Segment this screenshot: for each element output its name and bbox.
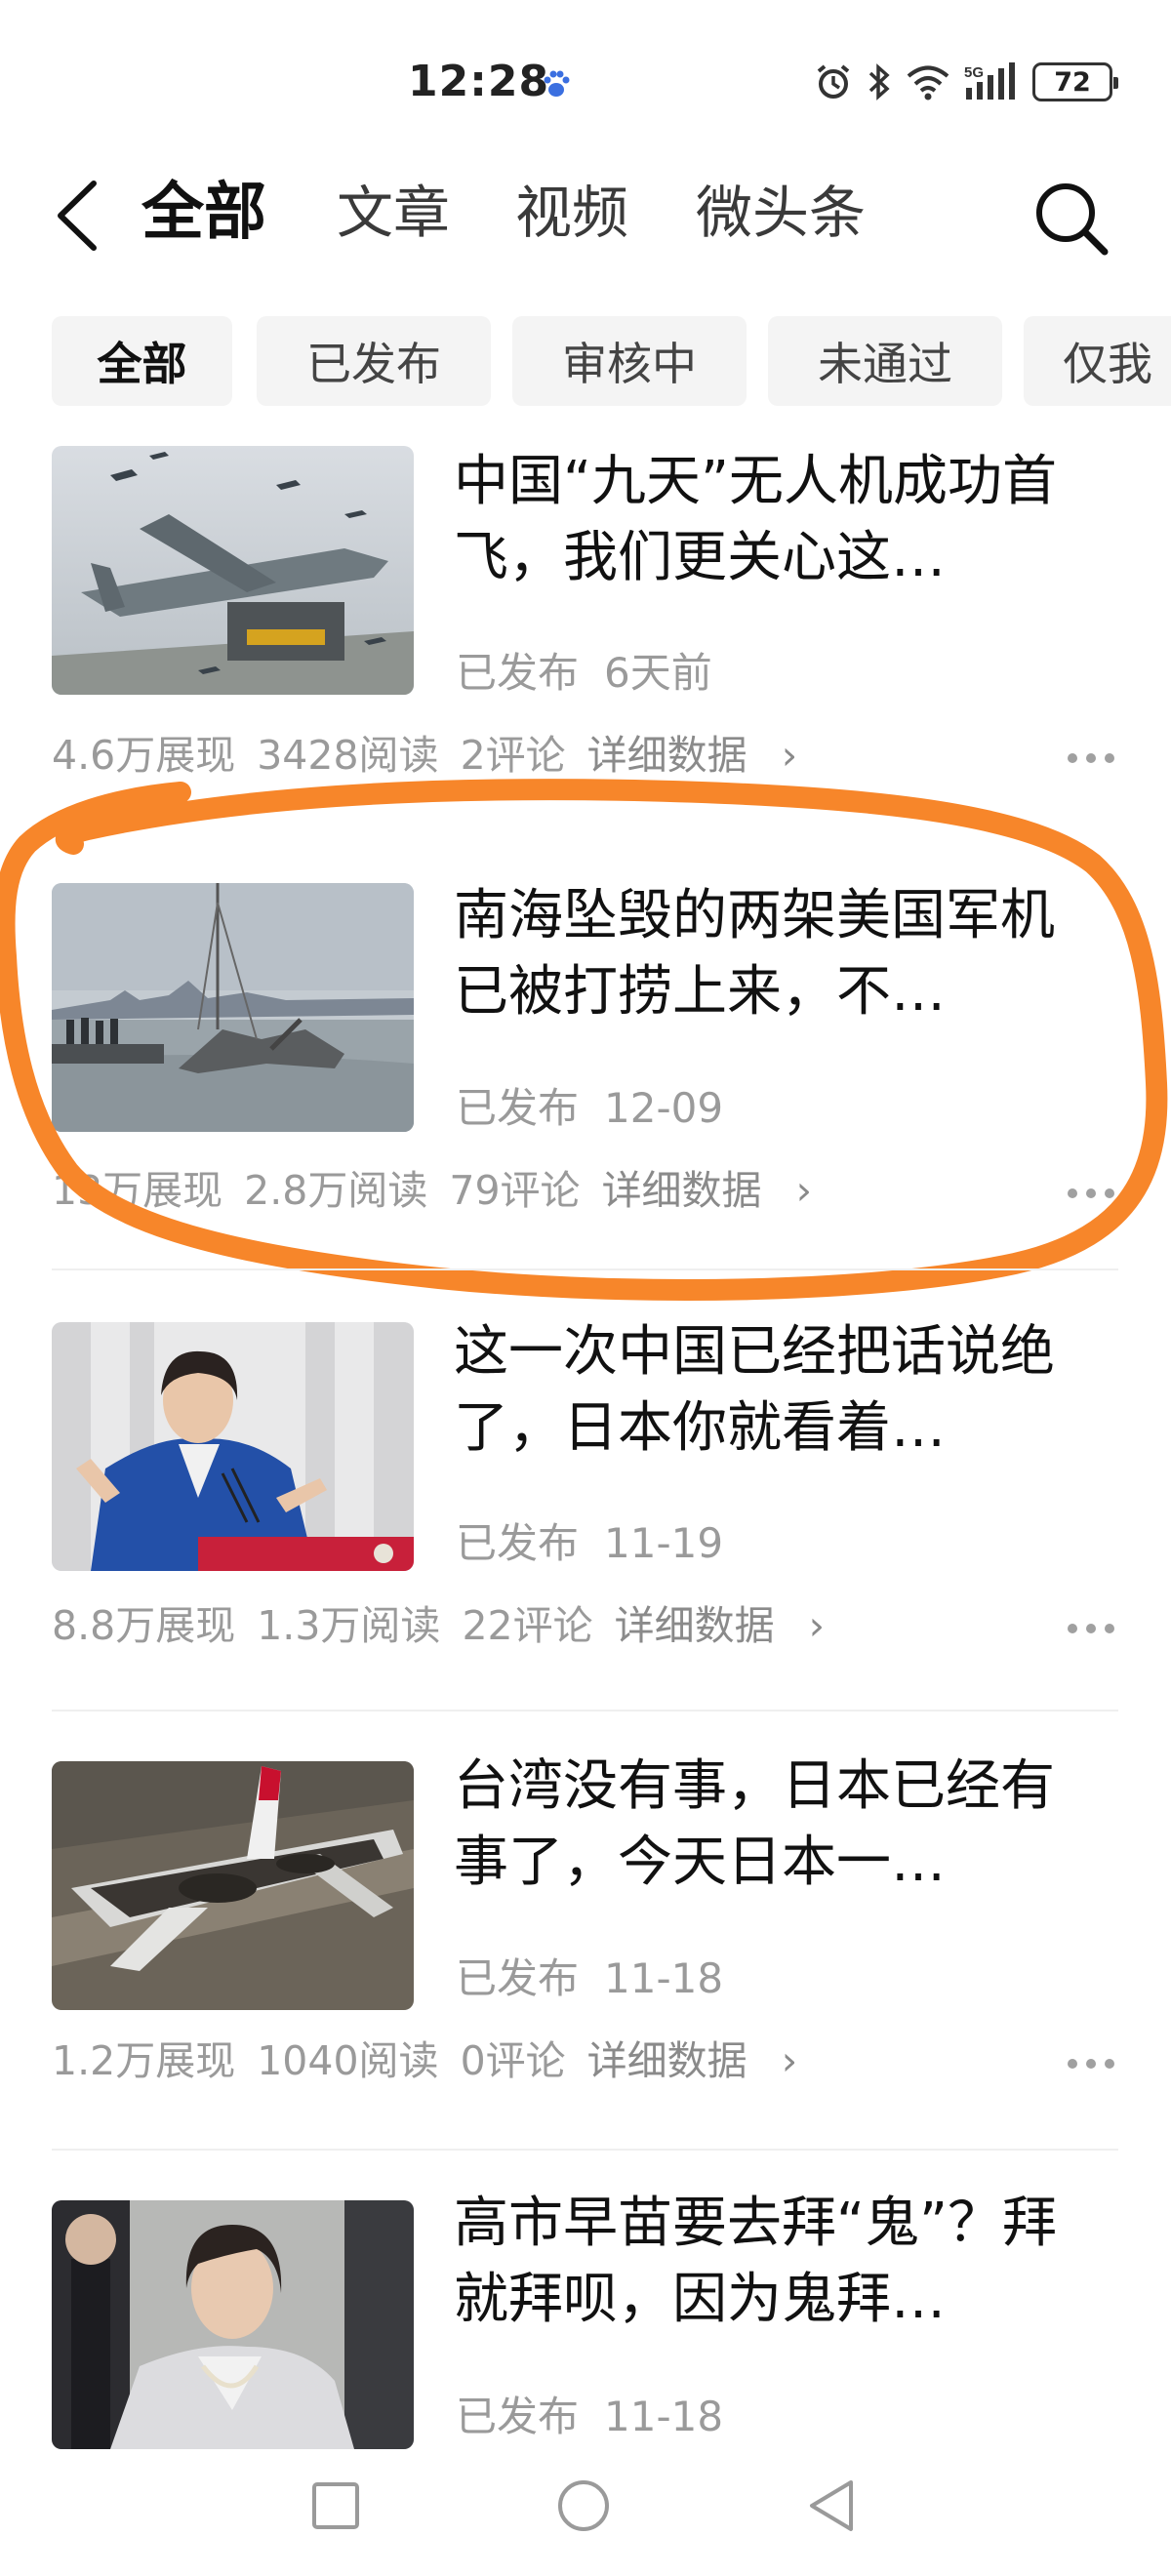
article-stats: 8.8万展现 1.3万阅读 22评论 详细数据 › [52, 1592, 868, 1651]
publish-status: 已发布 [456, 1084, 580, 1132]
wreck-recovery-image [52, 883, 414, 1132]
detail-data-label: 详细数据 [586, 2037, 747, 2084]
divider [52, 2149, 1118, 2151]
tab-articles[interactable]: 文章 [337, 174, 450, 252]
chevron-right-icon: › [768, 2037, 798, 2084]
status-bar: 12:28 5G 72 [0, 0, 1171, 146]
divider [52, 1710, 1118, 1711]
drone-image [52, 446, 414, 695]
status-icons: 5G 72 [814, 60, 1118, 103]
detail-data-label: 详细数据 [601, 1167, 762, 1214]
bluetooth-icon [868, 63, 890, 101]
article-stats: 1.2万展现 1040阅读 0评论 详细数据 › [52, 2028, 840, 2086]
article-title[interactable]: 高市早苗要去拜“鬼”？拜就拜呗，因为鬼拜… [454, 2186, 1098, 2338]
impressions-count: 8.8万展现 [52, 1602, 236, 1649]
filter-rejected[interactable]: 未通过 [768, 316, 1002, 406]
reads-count: 1040阅读 [257, 2037, 439, 2084]
tab-all[interactable]: 全部 [141, 174, 266, 252]
publish-status: 已发布 [456, 1519, 580, 1567]
publish-date: 11-18 [604, 1954, 724, 2002]
home-icon[interactable] [556, 2478, 611, 2533]
article-title[interactable]: 台湾没有事，日本已经有事了，今天日本一… [454, 1749, 1098, 1901]
alarm-icon [817, 64, 850, 99]
article-stats: 4.6万展现 3428阅读 2评论 详细数据 › [52, 722, 840, 781]
comments-count: 2评论 [460, 732, 566, 779]
article-meta: 已发布 11-19 [456, 1510, 723, 1570]
top-nav: 全部 文章 视频 微头条 [0, 156, 1171, 273]
filter-chips: 全部 已发布 审核中 未通过 仅我 [52, 316, 1171, 406]
publish-date: 6天前 [604, 649, 712, 697]
article-meta: 已发布 6天前 [456, 640, 712, 700]
reads-count: 2.8万阅读 [244, 1167, 428, 1214]
detail-data-link[interactable]: 详细数据 › [615, 1602, 846, 1649]
network-type-label: 5G [964, 64, 984, 81]
impressions-count: 4.6万展现 [52, 732, 236, 779]
more-options-icon[interactable] [1066, 751, 1116, 765]
comments-count: 0评论 [460, 2037, 566, 2084]
publish-date: 11-18 [604, 2393, 724, 2440]
filter-published[interactable]: 已发布 [257, 316, 491, 406]
impressions-count: 13万展现 [52, 1167, 223, 1214]
reads-count: 1.3万阅读 [257, 1602, 441, 1649]
chevron-right-icon: › [783, 1167, 812, 1214]
portrait-image [52, 2200, 414, 2449]
article-thumbnail[interactable] [52, 446, 414, 695]
more-options-icon[interactable] [1066, 1622, 1116, 1635]
article-title[interactable]: 南海坠毁的两架美国军机已被打捞上来，不… [454, 878, 1098, 1030]
publish-date: 11-19 [604, 1519, 724, 1567]
more-options-icon[interactable] [1066, 1187, 1116, 1200]
back-arrow-icon[interactable] [51, 180, 103, 252]
filter-private[interactable]: 仅我 [1024, 316, 1171, 406]
more-options-icon[interactable] [1066, 2057, 1116, 2071]
article-thumbnail[interactable] [52, 883, 414, 1132]
burned-airliner-image [52, 1761, 414, 2010]
article-title[interactable]: 这一次中国已经把话说绝了，日本你就看着… [454, 1314, 1098, 1467]
publish-status: 已发布 [456, 649, 580, 697]
article-thumbnail[interactable] [52, 1322, 414, 1571]
reads-count: 3428阅读 [257, 732, 439, 779]
chevron-right-icon: › [768, 732, 798, 779]
publish-status: 已发布 [456, 1954, 580, 2002]
comments-count: 79评论 [449, 1167, 581, 1214]
detail-data-link[interactable]: 详细数据 › [602, 1167, 833, 1214]
article-meta: 已发布 12-09 [456, 1075, 723, 1135]
detail-data-label: 详细数据 [614, 1602, 775, 1649]
recent-apps-icon[interactable] [310, 2480, 361, 2531]
article-meta: 已发布 11-18 [456, 1946, 723, 2005]
speaker-podium-image [52, 1322, 414, 1571]
article-thumbnail[interactable] [52, 2200, 414, 2449]
article-stats: 13万展现 2.8万阅读 79评论 详细数据 › [52, 1157, 855, 1216]
baidu-paw-icon [544, 70, 570, 97]
impressions-count: 1.2万展现 [52, 2037, 236, 2084]
article-thumbnail[interactable] [52, 1761, 414, 2010]
chevron-right-icon: › [795, 1602, 826, 1649]
divider [52, 1268, 1118, 1270]
publish-status: 已发布 [456, 2393, 580, 2440]
signal-icon: 5G [964, 62, 1015, 100]
wifi-icon [907, 65, 949, 101]
back-icon[interactable] [806, 2478, 857, 2533]
tab-micro-headlines[interactable]: 微头条 [696, 174, 866, 252]
article-meta: 已发布 11-18 [456, 2384, 723, 2443]
filter-all[interactable]: 全部 [52, 316, 232, 406]
filter-reviewing[interactable]: 审核中 [512, 316, 747, 406]
detail-data-link[interactable]: 详细数据 › [587, 732, 819, 779]
status-time: 12:28 [408, 57, 550, 106]
tab-videos[interactable]: 视频 [515, 174, 628, 252]
article-title[interactable]: 中国“九天”无人机成功首飞，我们更关心这… [454, 444, 1098, 596]
comments-count: 22评论 [462, 1602, 593, 1649]
search-icon[interactable] [1032, 180, 1110, 258]
detail-data-link[interactable]: 详细数据 › [587, 2037, 819, 2084]
battery-level: 72 [1054, 66, 1091, 98]
system-nav-bar [0, 2459, 1171, 2576]
battery-icon: 72 [1032, 62, 1118, 101]
detail-data-label: 详细数据 [586, 732, 747, 779]
publish-date: 12-09 [604, 1084, 724, 1132]
